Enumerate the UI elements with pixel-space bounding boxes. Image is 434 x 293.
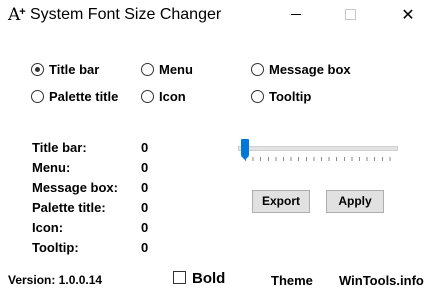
export-button[interactable]: Export (252, 190, 310, 213)
version-label: Version: 1.0.0.14 (8, 273, 103, 287)
size-label-icon: Icon: (32, 220, 64, 235)
bold-checkbox[interactable]: Bold (173, 270, 225, 287)
size-value-palette-title: 0 (141, 200, 149, 215)
radio-dot (251, 90, 264, 103)
size-label-message-box: Message box: (32, 180, 118, 195)
title-bar[interactable]: A+ System Font Size Changer ✕ (0, 0, 434, 32)
size-value-icon: 0 (141, 220, 149, 235)
radio-palette-title[interactable]: Palette title (31, 89, 118, 105)
radio-dot (141, 90, 154, 103)
size-label-menu: Menu: (32, 160, 71, 175)
radio-dot-selected (31, 63, 44, 76)
apply-button[interactable]: Apply (326, 190, 384, 213)
size-label-tooltip: Tooltip: (32, 240, 79, 255)
slider-thumb[interactable] (241, 139, 249, 160)
close-button[interactable]: ✕ (385, 0, 431, 32)
checkbox-box (173, 271, 186, 284)
font-size-slider[interactable] (238, 138, 398, 162)
radio-tooltip[interactable]: Tooltip (251, 89, 311, 105)
size-value-tooltip: 0 (141, 240, 149, 255)
minimize-icon (291, 14, 301, 16)
theme-link[interactable]: Theme (271, 273, 313, 288)
radio-menu[interactable]: Menu (141, 62, 193, 78)
maximize-button[interactable] (327, 0, 373, 32)
maximize-icon (344, 9, 356, 21)
size-label-palette-title: Palette title: (32, 200, 106, 215)
window-title: System Font Size Changer (30, 6, 222, 23)
slider-ticks (245, 157, 397, 161)
size-value-message-box: 0 (141, 180, 149, 195)
radio-dot (251, 63, 264, 76)
radio-message-box[interactable]: Message box (251, 62, 351, 78)
radio-dot (141, 63, 154, 76)
size-label-title-bar: Title bar: (32, 140, 87, 155)
size-value-menu: 0 (141, 160, 149, 175)
radio-icon[interactable]: Icon (141, 89, 186, 105)
size-value-title-bar: 0 (141, 140, 149, 155)
slider-track (238, 146, 398, 151)
wintools-link[interactable]: WinTools.info (339, 273, 424, 288)
minimize-button[interactable] (273, 0, 319, 32)
app-font-icon: A+ (8, 5, 26, 25)
radio-title-bar[interactable]: Title bar (31, 62, 99, 78)
app-window: A+ System Font Size Changer ✕ Title bar … (0, 0, 434, 293)
radio-dot (31, 90, 44, 103)
close-icon: ✕ (401, 5, 415, 24)
